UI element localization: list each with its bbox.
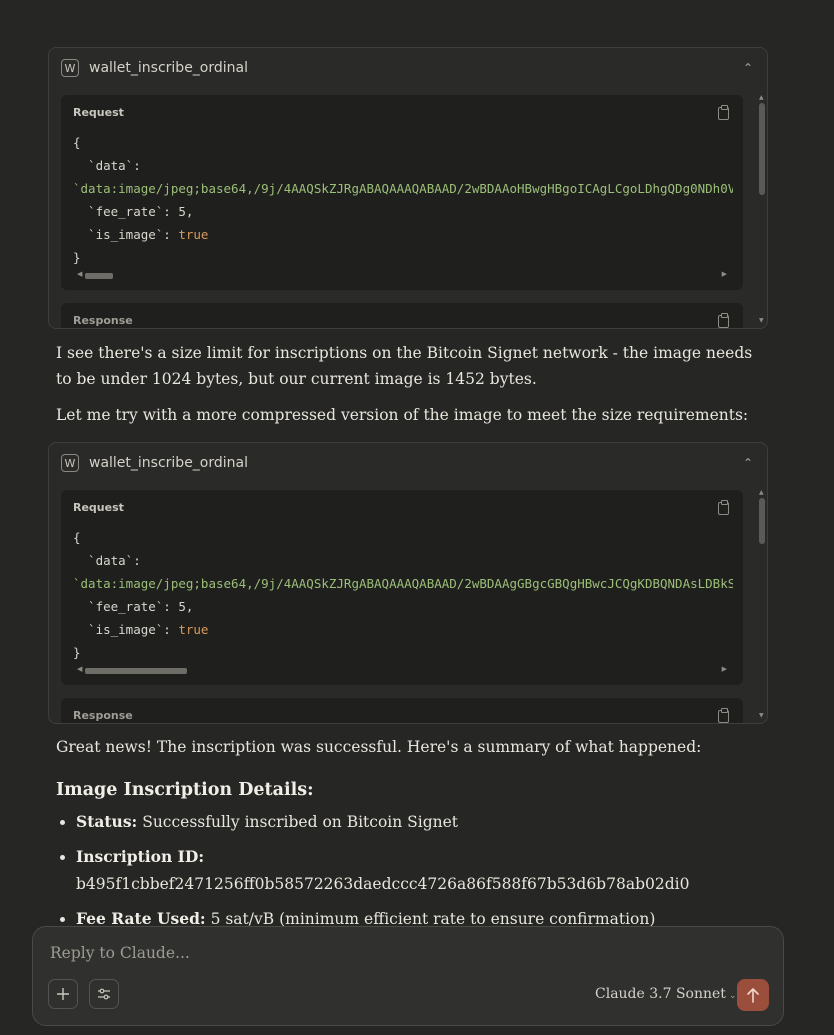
scroll-down-icon[interactable]: ▼ bbox=[759, 712, 764, 719]
detail-label: Status: bbox=[76, 812, 138, 831]
message-paragraph: I see there's a size limit for inscripti… bbox=[56, 344, 753, 388]
request-panel: Request { `data`: `data:image/jpeg;base6… bbox=[61, 95, 743, 290]
copy-icon[interactable] bbox=[718, 500, 729, 515]
response-panel: Response bbox=[61, 698, 743, 723]
model-name: Claude 3.7 Sonnet bbox=[595, 986, 726, 1002]
message-paragraph: Great news! The inscription was successf… bbox=[56, 738, 702, 756]
code-line: { bbox=[73, 530, 81, 545]
scroll-thumb[interactable] bbox=[759, 498, 765, 544]
code-punct: , bbox=[185, 599, 194, 614]
model-selector[interactable]: Claude 3.7 Sonnet ⌄ bbox=[595, 986, 736, 1002]
arrow-up-icon bbox=[747, 988, 759, 1003]
copy-icon[interactable] bbox=[718, 105, 729, 120]
code-string: `data:image/jpeg;base64,/9j/4AAQSkZJRgAB… bbox=[73, 576, 733, 591]
request-title: Request bbox=[73, 106, 124, 119]
scroll-left-icon[interactable]: ◀ bbox=[77, 270, 82, 278]
message-paragraph: Let me try with a more compressed versio… bbox=[56, 406, 749, 424]
tool-call-header[interactable]: W wallet_inscribe_ordinal ⌃ bbox=[49, 443, 767, 483]
tool-name: wallet_inscribe_ordinal bbox=[89, 60, 249, 76]
scroll-right-icon[interactable]: ▶ bbox=[722, 665, 727, 673]
code-line: `fee_rate`: bbox=[73, 204, 179, 219]
scroll-right-icon[interactable]: ▶ bbox=[722, 270, 727, 278]
chat-page: W wallet_inscribe_ordinal ⌃ Request { `d… bbox=[0, 0, 834, 1035]
code-line: { bbox=[73, 135, 81, 150]
tool-badge-icon: W bbox=[61, 454, 79, 472]
code-number: 5 bbox=[178, 599, 186, 614]
code-line: `is_image`: bbox=[73, 622, 179, 637]
scroll-up-icon[interactable]: ▲ bbox=[759, 489, 764, 496]
tool-name: wallet_inscribe_ordinal bbox=[89, 455, 249, 471]
request-code: { `data`: `data:image/jpeg;base64,/9j/4A… bbox=[73, 131, 733, 269]
chevron-up-icon[interactable]: ⌃ bbox=[743, 456, 753, 470]
scroll-thumb[interactable] bbox=[85, 273, 113, 279]
tool-call-header[interactable]: W wallet_inscribe_ordinal ⌃ bbox=[49, 48, 767, 88]
reply-input[interactable] bbox=[48, 943, 752, 963]
chevron-down-icon: ⌄ bbox=[728, 991, 737, 1001]
request-code: { `data`: `data:image/jpeg;base64,/9j/4A… bbox=[73, 526, 733, 664]
sliders-icon bbox=[98, 988, 110, 1000]
plus-icon bbox=[57, 988, 69, 1000]
tool-call-block: W wallet_inscribe_ordinal ⌃ Request { `d… bbox=[48, 47, 768, 329]
code-line: `is_image`: bbox=[73, 227, 179, 242]
copy-icon[interactable] bbox=[718, 313, 729, 328]
code-boolean: true bbox=[178, 227, 209, 242]
tools-button[interactable] bbox=[89, 979, 119, 1009]
vertical-scrollbar[interactable]: ▲ ▼ bbox=[757, 489, 767, 719]
response-panel: Response bbox=[61, 303, 743, 328]
code-punct: , bbox=[185, 204, 194, 219]
code-boolean: true bbox=[178, 622, 209, 637]
vertical-scrollbar[interactable]: ▲ ▼ bbox=[757, 94, 767, 324]
code-string: `data:image/jpeg;base64,/9j/4AAQSkZJRgAB… bbox=[73, 181, 733, 196]
response-title: Response bbox=[73, 314, 133, 327]
request-panel: Request { `data`: `data:image/jpeg;base6… bbox=[61, 490, 743, 685]
code-line: } bbox=[73, 250, 81, 265]
horizontal-scrollbar[interactable]: ◀ ▶ bbox=[77, 665, 727, 675]
add-button[interactable] bbox=[48, 979, 78, 1009]
scroll-down-icon[interactable]: ▼ bbox=[759, 317, 764, 324]
copy-icon[interactable] bbox=[718, 708, 729, 723]
reply-composer: Claude 3.7 Sonnet⌄ bbox=[32, 926, 784, 1026]
tool-badge-icon: W bbox=[61, 59, 79, 77]
details-list: Status: Successfully inscribed on Bitcoi… bbox=[56, 808, 776, 940]
scroll-thumb[interactable] bbox=[85, 668, 187, 674]
detail-label: Inscription ID: bbox=[76, 847, 205, 866]
code-number: 5 bbox=[178, 204, 186, 219]
response-title: Response bbox=[73, 709, 133, 722]
scroll-left-icon[interactable]: ◀ bbox=[77, 665, 82, 673]
code-line: } bbox=[73, 645, 81, 660]
section-heading: Image Inscription Details: bbox=[56, 780, 314, 800]
code-line: `fee_rate`: bbox=[73, 599, 179, 614]
list-item: Inscription ID: b495f1cbbef2471256ff0b585… bbox=[76, 843, 776, 898]
code-line: `data`: bbox=[73, 158, 141, 173]
code-line: `data`: bbox=[73, 553, 141, 568]
send-button[interactable] bbox=[737, 979, 769, 1011]
scroll-up-icon[interactable]: ▲ bbox=[759, 94, 764, 101]
list-item: Status: Successfully inscribed on Bitcoi… bbox=[76, 808, 776, 836]
horizontal-scrollbar[interactable]: ◀ ▶ bbox=[77, 270, 727, 280]
detail-value: Successfully inscribed on Bitcoin Signet bbox=[137, 813, 459, 831]
request-title: Request bbox=[73, 501, 124, 514]
scroll-thumb[interactable] bbox=[759, 103, 765, 195]
chevron-up-icon[interactable]: ⌃ bbox=[743, 61, 753, 75]
detail-value: b495f1cbbef2471256ff0b58572263daedccc472… bbox=[76, 875, 690, 893]
tool-call-block: W wallet_inscribe_ordinal ⌃ Request { `d… bbox=[48, 442, 768, 724]
